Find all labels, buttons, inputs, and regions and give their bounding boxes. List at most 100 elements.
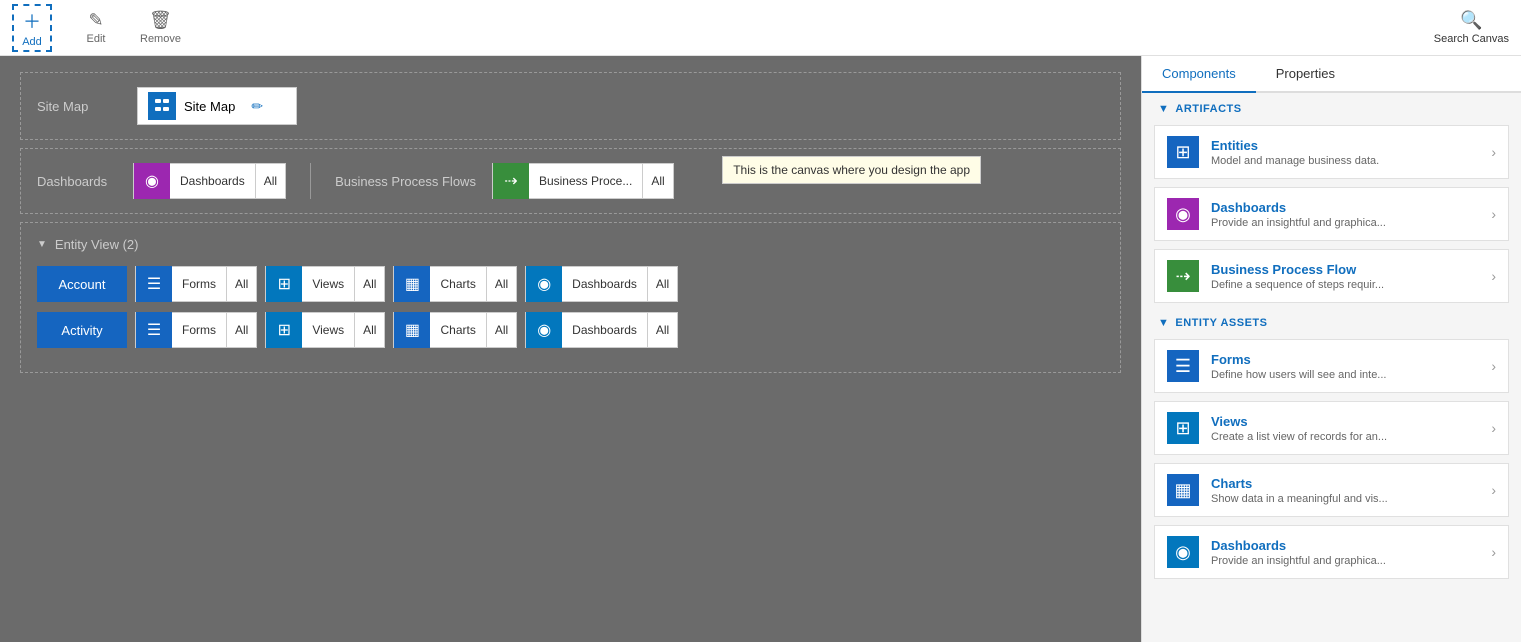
entity-assets-arrow-icon: ▼ [1158, 317, 1169, 329]
edit-label: Edit [87, 33, 106, 45]
dashboards-icon: ◉ [134, 163, 170, 199]
sitemap-text: Site Map [184, 99, 235, 114]
activity-charts-text: Charts [430, 323, 485, 337]
activity-button[interactable]: Activity [37, 312, 127, 348]
panel-dashboards-title: Dashboards [1211, 200, 1479, 215]
artifacts-header: ▼ ARTIFACTS [1142, 93, 1521, 121]
panel-bpf-chevron-icon: › [1491, 268, 1496, 284]
account-button[interactable]: Account [37, 266, 127, 302]
sitemap-icon [148, 92, 176, 120]
search-canvas-button[interactable]: 🔍 Search Canvas [1434, 10, 1509, 45]
sitemap-box[interactable]: Site Map ✏ [137, 87, 297, 125]
panel-views-title: Views [1211, 414, 1479, 429]
edit-icon: ✎ [88, 10, 103, 31]
main-content: This is the canvas where you design the … [0, 56, 1521, 642]
views-icon: ⊞ [266, 266, 302, 302]
dashboards-icon2: ◉ [526, 266, 562, 302]
panel-item-charts[interactable]: ▦ Charts Show data in a meaningful and v… [1154, 463, 1509, 517]
bpf-label: Business Process Flows [335, 174, 476, 189]
panel-bpf-title: Business Process Flow [1211, 262, 1479, 277]
panel-forms-content: Forms Define how users will see and inte… [1211, 352, 1479, 381]
entity-header[interactable]: ▼ Entity View (2) [37, 237, 1104, 252]
panel-charts-desc: Show data in a meaningful and vis... [1211, 493, 1479, 505]
panel-item-dashboards[interactable]: ◉ Dashboards Provide an insightful and g… [1154, 187, 1509, 241]
remove-button[interactable]: 🗑 Remove [140, 10, 181, 45]
sitemap-row: Site Map Site Map ✏ [37, 87, 1104, 125]
divider [310, 163, 311, 199]
entities-content: Entities Model and manage business data. [1211, 138, 1479, 167]
entity-assets-label: ENTITY ASSETS [1175, 317, 1267, 329]
sitemap-label: Site Map [37, 99, 117, 114]
panel-charts-title: Charts [1211, 476, 1479, 491]
dashboards-all[interactable]: All [255, 164, 285, 198]
entities-icon: ⊞ [1167, 136, 1199, 168]
sitemap-section: Site Map Site Map ✏ [20, 72, 1121, 140]
account-dashboards-box[interactable]: ◉ Dashboards All [525, 266, 678, 302]
bpf-text: Business Proce... [529, 174, 642, 188]
artifacts-arrow-icon: ▼ [1158, 103, 1169, 115]
activity-charts-all[interactable]: All [486, 313, 516, 347]
activity-views-box[interactable]: ⊞ Views All [265, 312, 385, 348]
activity-dashboards-box[interactable]: ◉ Dashboards All [525, 312, 678, 348]
bpf-icon: ⇢ [493, 163, 529, 199]
panel-dashboards-content: Dashboards Provide an insightful and gra… [1211, 200, 1479, 229]
panel-tabs: Components Properties [1142, 56, 1521, 93]
entity-arrow-icon: ▼ [37, 239, 47, 250]
panel-item-bpf[interactable]: ⇢ Business Process Flow Define a sequenc… [1154, 249, 1509, 303]
activity-charts-icon: ▦ [394, 312, 430, 348]
tab-components[interactable]: Components [1142, 56, 1256, 93]
account-forms-all[interactable]: All [226, 267, 256, 301]
dashboards-box[interactable]: ◉ Dashboards All [133, 163, 286, 199]
account-views-text: Views [302, 277, 354, 291]
panel-charts-chevron-icon: › [1491, 482, 1496, 498]
toolbar: ＋ Add ✎ Edit 🗑 Remove 🔍 Search Canvas [0, 0, 1521, 56]
activity-views-icon: ⊞ [266, 312, 302, 348]
add-button[interactable]: ＋ Add [12, 4, 52, 52]
bpf-box[interactable]: ⇢ Business Proce... All [492, 163, 674, 199]
dashboards-label: Dashboards [37, 174, 117, 189]
panel-forms-title: Forms [1211, 352, 1479, 367]
entity-section: ▼ Entity View (2) Account ☰ Forms All ⊞ … [20, 222, 1121, 373]
tab-properties[interactable]: Properties [1256, 56, 1355, 91]
account-charts-all[interactable]: All [486, 267, 516, 301]
panel-bpf-content: Business Process Flow Define a sequence … [1211, 262, 1479, 291]
account-charts-box[interactable]: ▦ Charts All [393, 266, 517, 302]
charts-icon: ▦ [394, 266, 430, 302]
panel-item-views[interactable]: ⊞ Views Create a list view of records fo… [1154, 401, 1509, 455]
panel-item-ea-dashboards[interactable]: ◉ Dashboards Provide an insightful and g… [1154, 525, 1509, 579]
account-row: Account ☰ Forms All ⊞ Views All ▦ Charts… [37, 266, 1104, 302]
forms-icon: ☰ [136, 266, 172, 302]
activity-forms-all[interactable]: All [226, 313, 256, 347]
entities-desc: Model and manage business data. [1211, 155, 1479, 167]
activity-dashboards-text: Dashboards [562, 323, 647, 337]
add-icon: ＋ [23, 8, 41, 34]
activity-dashboards-icon: ◉ [526, 312, 562, 348]
canvas-tooltip: This is the canvas where you design the … [722, 156, 981, 184]
account-forms-box[interactable]: ☰ Forms All [135, 266, 257, 302]
edit-button[interactable]: ✎ Edit [76, 10, 116, 45]
account-views-box[interactable]: ⊞ Views All [265, 266, 385, 302]
canvas[interactable]: This is the canvas where you design the … [0, 56, 1141, 642]
dashboards-text: Dashboards [170, 174, 255, 188]
search-icon: 🔍 [1460, 10, 1482, 31]
activity-views-all[interactable]: All [354, 313, 384, 347]
panel-ea-dashboards-icon: ◉ [1167, 536, 1199, 568]
right-panel: Components Properties ▼ ARTIFACTS ⊞ Enti… [1141, 56, 1521, 642]
panel-forms-chevron-icon: › [1491, 358, 1496, 374]
account-charts-text: Charts [430, 277, 485, 291]
activity-forms-box[interactable]: ☰ Forms All [135, 312, 257, 348]
panel-views-content: Views Create a list view of records for … [1211, 414, 1479, 443]
panel-item-forms[interactable]: ☰ Forms Define how users will see and in… [1154, 339, 1509, 393]
account-dashboards-all[interactable]: All [647, 267, 677, 301]
activity-dashboards-all[interactable]: All [647, 313, 677, 347]
panel-charts-content: Charts Show data in a meaningful and vis… [1211, 476, 1479, 505]
bpf-all[interactable]: All [642, 164, 672, 198]
activity-charts-box[interactable]: ▦ Charts All [393, 312, 517, 348]
sitemap-edit-icon[interactable]: ✏ [251, 98, 263, 115]
panel-item-entities[interactable]: ⊞ Entities Model and manage business dat… [1154, 125, 1509, 179]
activity-row: Activity ☰ Forms All ⊞ Views All ▦ Chart… [37, 312, 1104, 348]
account-views-all[interactable]: All [354, 267, 384, 301]
panel-dashboards-chevron-icon: › [1491, 206, 1496, 222]
panel-views-desc: Create a list view of records for an... [1211, 431, 1479, 443]
remove-icon: 🗑 [149, 10, 172, 31]
